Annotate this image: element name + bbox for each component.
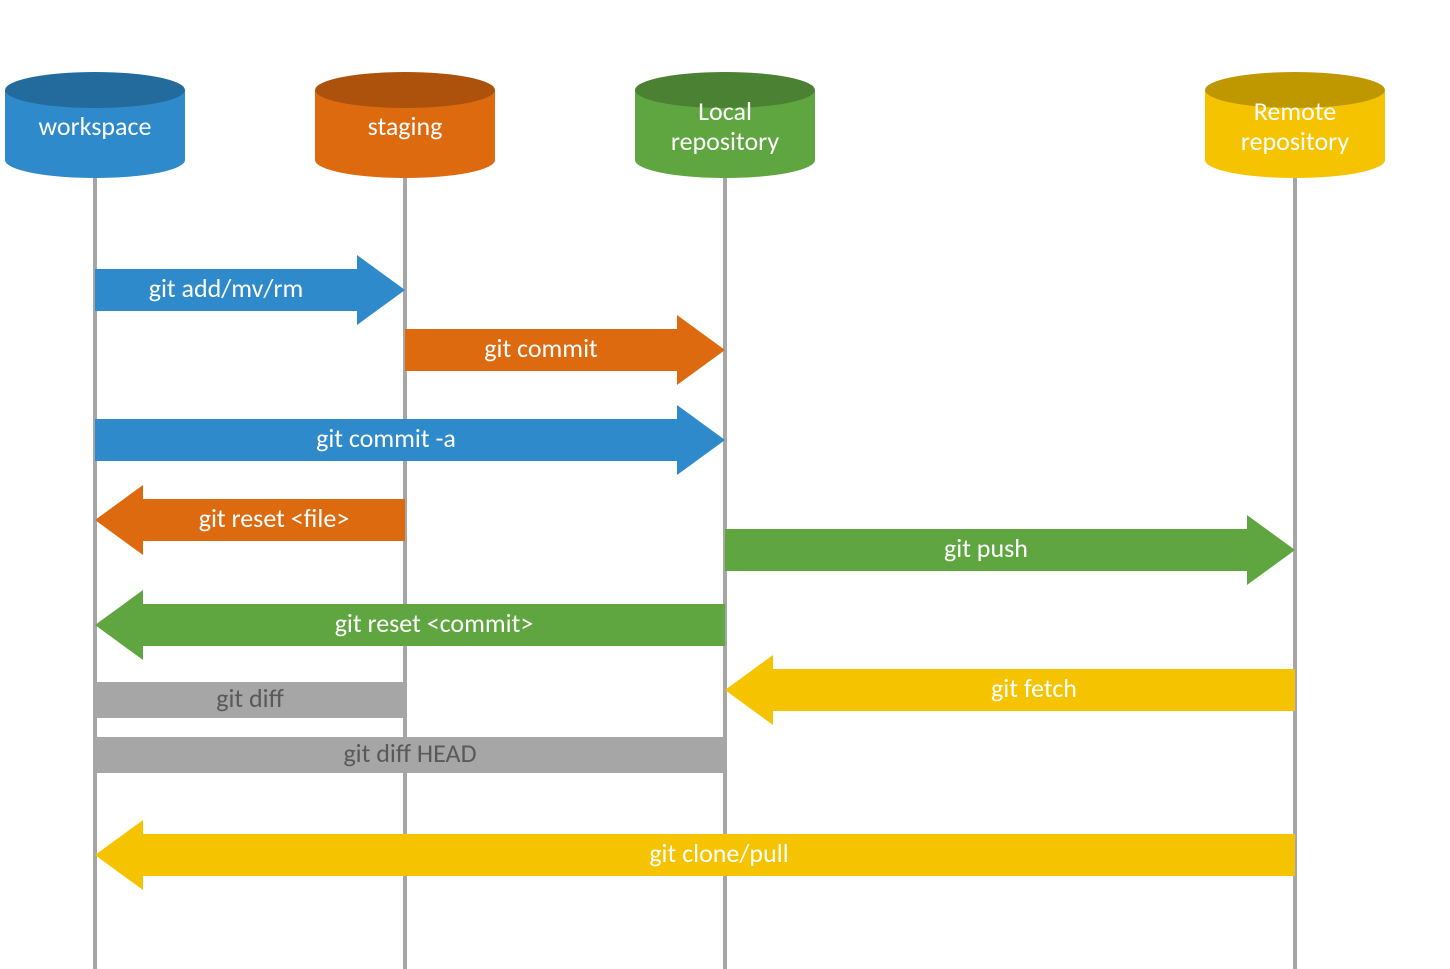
arrow-label-git-fetch: git fetch (991, 672, 1077, 704)
cylinder-staging: staging (315, 72, 495, 178)
cylinder-label-staging: staging (368, 110, 443, 142)
arrow-label-git-reset-file: git reset <file> (199, 502, 350, 534)
arrow-label-git-add: git add/mv/rm (149, 272, 304, 304)
bar-label-git-diff: git diff (216, 682, 284, 714)
cylinder-local: Localrepository (635, 72, 815, 178)
cylinder-remote: Remoterepository (1205, 72, 1385, 178)
arrow-label-git-clone-pull: git clone/pull (649, 837, 788, 869)
arrow-label-git-reset-commit: git reset <commit> (335, 607, 534, 639)
arrow-label-git-push: git push (944, 532, 1028, 564)
cylinder-label-local-1: Local (698, 95, 752, 127)
cylinder-label-workspace: workspace (39, 110, 152, 142)
cylinder-label-local-2: repository (671, 125, 780, 157)
cylinder-label-remote-2: repository (1241, 125, 1350, 157)
cylinder-label-remote-1: Remote (1254, 95, 1336, 127)
bar-label-git-diff-head: git diff HEAD (343, 737, 476, 769)
arrow-label-git-commit-a: git commit -a (316, 422, 456, 454)
arrow-label-git-commit: git commit (484, 332, 598, 364)
cylinder-workspace: workspace (5, 72, 185, 178)
